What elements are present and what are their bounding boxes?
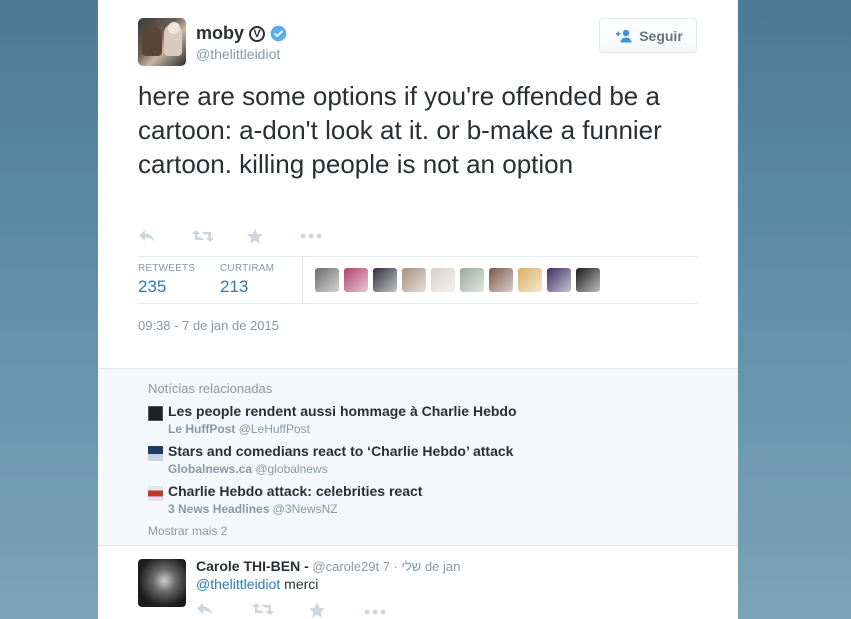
reply-icon [139, 230, 154, 242]
favorite-icon [309, 602, 325, 618]
reply-mention-link[interactable]: @thelittleidiot [196, 576, 280, 592]
favorite-button[interactable] [246, 224, 300, 248]
liker-avatar[interactable] [344, 268, 368, 292]
news-headline[interactable]: Stars and comedians react to ‘Charlie He… [168, 443, 513, 459]
user-name-row[interactable]: moby V [196, 23, 287, 44]
news-thumbnail-icon [148, 406, 163, 421]
news-headline[interactable]: Charlie Hebdo attack: celebrities react [168, 483, 422, 499]
retweets-label: RETWEETS [138, 263, 196, 274]
liker-avatar[interactable] [460, 268, 484, 292]
reply-favorite-button[interactable] [308, 602, 364, 619]
news-source[interactable]: Le HuffPost @LeHuffPost [168, 422, 310, 436]
reply-body: merci [284, 576, 319, 592]
news-thumbnail-icon [148, 446, 163, 461]
follow-label: Seguir [639, 27, 683, 44]
add-user-icon [616, 29, 632, 42]
news-source[interactable]: Globalnews.ca @globalnews [168, 462, 328, 476]
liker-avatar[interactable] [373, 268, 397, 292]
liker-avatar[interactable] [402, 268, 426, 292]
v-logo-icon: V [249, 25, 266, 42]
reply-icon [197, 603, 212, 615]
tweet-text: here are some options if you're offended… [138, 81, 662, 179]
reply-user-name[interactable]: Carole THI-BEN - [196, 558, 309, 574]
retweet-icon [252, 603, 274, 615]
stats-vertical-divider [302, 257, 303, 303]
reply-more-button[interactable] [364, 602, 420, 619]
likes-label: CURTIRAM [220, 263, 275, 274]
reply-avatar[interactable] [138, 559, 186, 607]
favorite-icon [247, 228, 263, 244]
liker-avatar[interactable] [489, 268, 513, 292]
show-more-link[interactable]: Mostrar mais 2 [148, 524, 227, 538]
reply-separator: · [393, 559, 398, 574]
news-headline[interactable]: Les people rendent aussi hommage à Charl… [168, 403, 517, 419]
more-icon [300, 233, 322, 239]
stats-divider-top [138, 256, 698, 257]
reply-button[interactable] [138, 224, 192, 248]
retweet-icon [192, 230, 214, 242]
user-handle[interactable]: @thelittleidiot [196, 46, 280, 62]
user-avatar[interactable] [138, 18, 186, 66]
likes-count[interactable]: 213 [220, 277, 248, 297]
liker-avatars [315, 268, 600, 292]
tweet-timestamp[interactable]: 09:38 - 7 de jan de 2015 [138, 318, 279, 333]
reply-text: @thelittleidiot merci [196, 576, 318, 592]
related-news-title: Notícias relacionadas [148, 381, 273, 396]
liker-avatar[interactable] [576, 268, 600, 292]
more-button[interactable] [300, 224, 354, 248]
more-icon [364, 609, 386, 615]
retweets-count[interactable]: 235 [138, 277, 166, 297]
liker-avatar[interactable] [547, 268, 571, 292]
verified-badge-icon [270, 25, 287, 42]
liker-avatar[interactable] [315, 268, 339, 292]
liker-avatar[interactable] [431, 268, 455, 292]
news-source[interactable]: 3 News Headlines @3NewsNZ [168, 502, 338, 516]
reply-retweet-button[interactable] [252, 602, 308, 619]
reply-header: Carole THI-BEN - @carole29t שלי · 7 de j… [196, 558, 460, 574]
stats-divider-bottom [138, 303, 698, 304]
tweet-card: moby V @thelittleidiot Seguir here are s… [98, 0, 738, 619]
follow-button[interactable]: Seguir [599, 18, 697, 53]
reply-user-handle[interactable]: @carole29t שלי [312, 559, 421, 574]
reply-reply-button[interactable] [196, 602, 252, 619]
news-thumbnail-icon [148, 486, 163, 501]
liker-avatar[interactable] [518, 268, 542, 292]
main-tweet: moby V @thelittleidiot Seguir here are s… [98, 0, 738, 368]
tweet-actions [138, 224, 354, 248]
reply-tweet: Carole THI-BEN - @carole29t שלי · 7 de j… [98, 546, 738, 619]
user-name[interactable]: moby [196, 23, 244, 44]
reply-actions [196, 602, 420, 619]
related-news: Notícias relacionadas Les people rendent… [98, 368, 738, 546]
retweet-button[interactable] [192, 224, 246, 248]
